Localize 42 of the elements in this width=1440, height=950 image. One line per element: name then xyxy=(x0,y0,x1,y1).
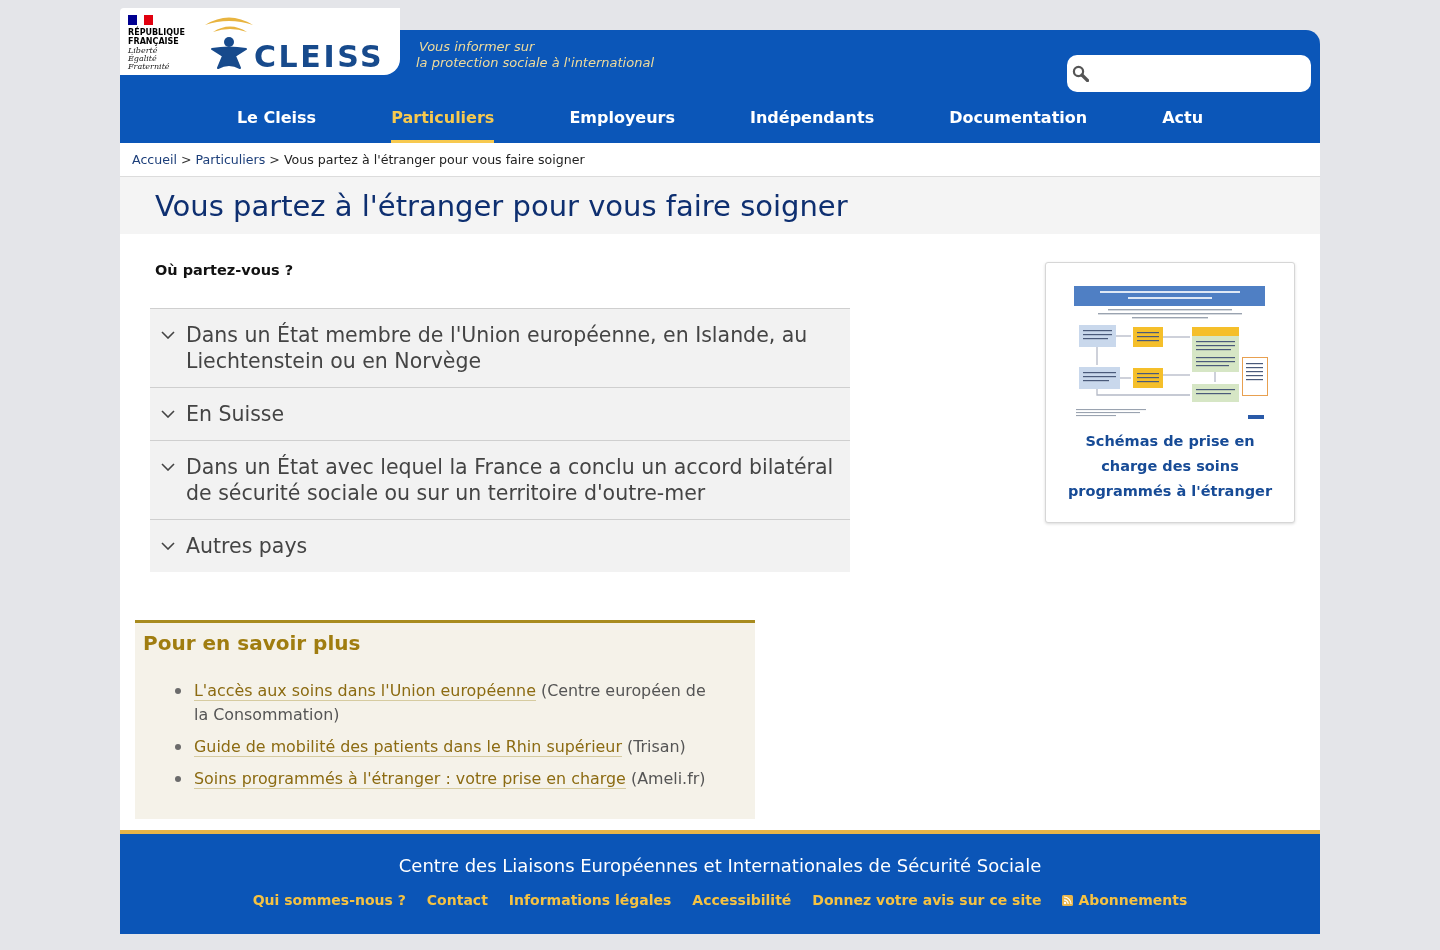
section-heading: Pour en savoir plus xyxy=(143,630,362,657)
search-icon xyxy=(1072,65,1089,82)
footer-link[interactable]: Donnez votre avis sur ce site xyxy=(812,888,1042,912)
breadcrumb-link[interactable]: Particuliers xyxy=(195,151,266,168)
nav-tab[interactable]: Documentation xyxy=(949,95,1088,143)
card-title-link[interactable]: Schémas de prise en charge des soins programmés à l'étranger xyxy=(1062,429,1278,504)
tagline: la protection sociale à l'international xyxy=(416,55,654,71)
footer-link[interactable]: Contact xyxy=(426,888,488,912)
tagline: Vous informer sur xyxy=(419,39,535,55)
link[interactable]: Guide de mobilité des patients dans le Rhin supérieur xyxy=(194,737,622,757)
nav-tab[interactable]: Le Cleiss xyxy=(236,95,317,143)
footer-link[interactable]: Abonnements xyxy=(1062,888,1188,912)
nav-tab[interactable]: Indépendants xyxy=(750,95,875,143)
list-item-text: Soins programmés à l'étranger : votre prise en charge (Ameli.fr) xyxy=(194,768,707,791)
rss-feed-icon xyxy=(1062,894,1074,906)
accordion-item[interactable]: Dans un État avec lequel la France a conclu un accord bilatéral de sécurité sociale ou sur un territoire d'outre-mer xyxy=(150,440,850,519)
breadcrumb-current: Vous partez à l'étranger pour vous faire soigner xyxy=(283,151,585,168)
logo-text: CLEISS xyxy=(254,43,385,71)
nav-tab[interactable]: Employeurs xyxy=(569,95,675,143)
link[interactable]: L'accès aux soins dans l'Union européenne xyxy=(194,681,536,701)
breadcrumb-link[interactable]: Accueil xyxy=(132,151,177,168)
nav-tab[interactable]: Actu xyxy=(1162,95,1204,143)
breadcrumb-separator: > xyxy=(269,151,280,168)
footer-link[interactable]: Qui sommes-nous ? xyxy=(252,888,406,912)
flag-icon xyxy=(128,15,153,25)
search-field[interactable] xyxy=(1067,55,1311,92)
accordion-item[interactable]: Autres pays xyxy=(150,519,850,572)
footer-link[interactable]: Informations légales xyxy=(508,888,672,912)
link[interactable]: Soins programmés à l'étranger : votre prise en charge xyxy=(194,769,626,789)
list-item-text: Guide de mobilité des patients dans le Rhin supérieur (Trisan) xyxy=(194,736,687,759)
question-label: Où partez-vous ? xyxy=(155,261,294,280)
accordion-item[interactable]: Dans un État membre de l'Union européenne, en Islande, au Liechtenstein ou en Norvège xyxy=(150,308,850,387)
footer-link[interactable]: Accessibilité xyxy=(692,888,792,912)
accordion-item[interactable]: En Suisse xyxy=(150,387,850,440)
list-item-text: L'accès aux soins dans l'Union européenne (Centre européen de la Consommation) xyxy=(194,680,707,726)
page-title: Vous partez à l'étranger pour vous faire soigner xyxy=(155,187,848,224)
motto: Liberté Égalité Fraternité xyxy=(128,47,170,71)
footer-title: Centre des Liaisons Européennes et Internationales de Sécurité Sociale xyxy=(398,854,1042,878)
bullet-icon xyxy=(175,776,181,782)
bullet-icon xyxy=(175,688,181,694)
breadcrumb-separator: > xyxy=(181,151,192,168)
bullet-icon xyxy=(175,744,181,750)
